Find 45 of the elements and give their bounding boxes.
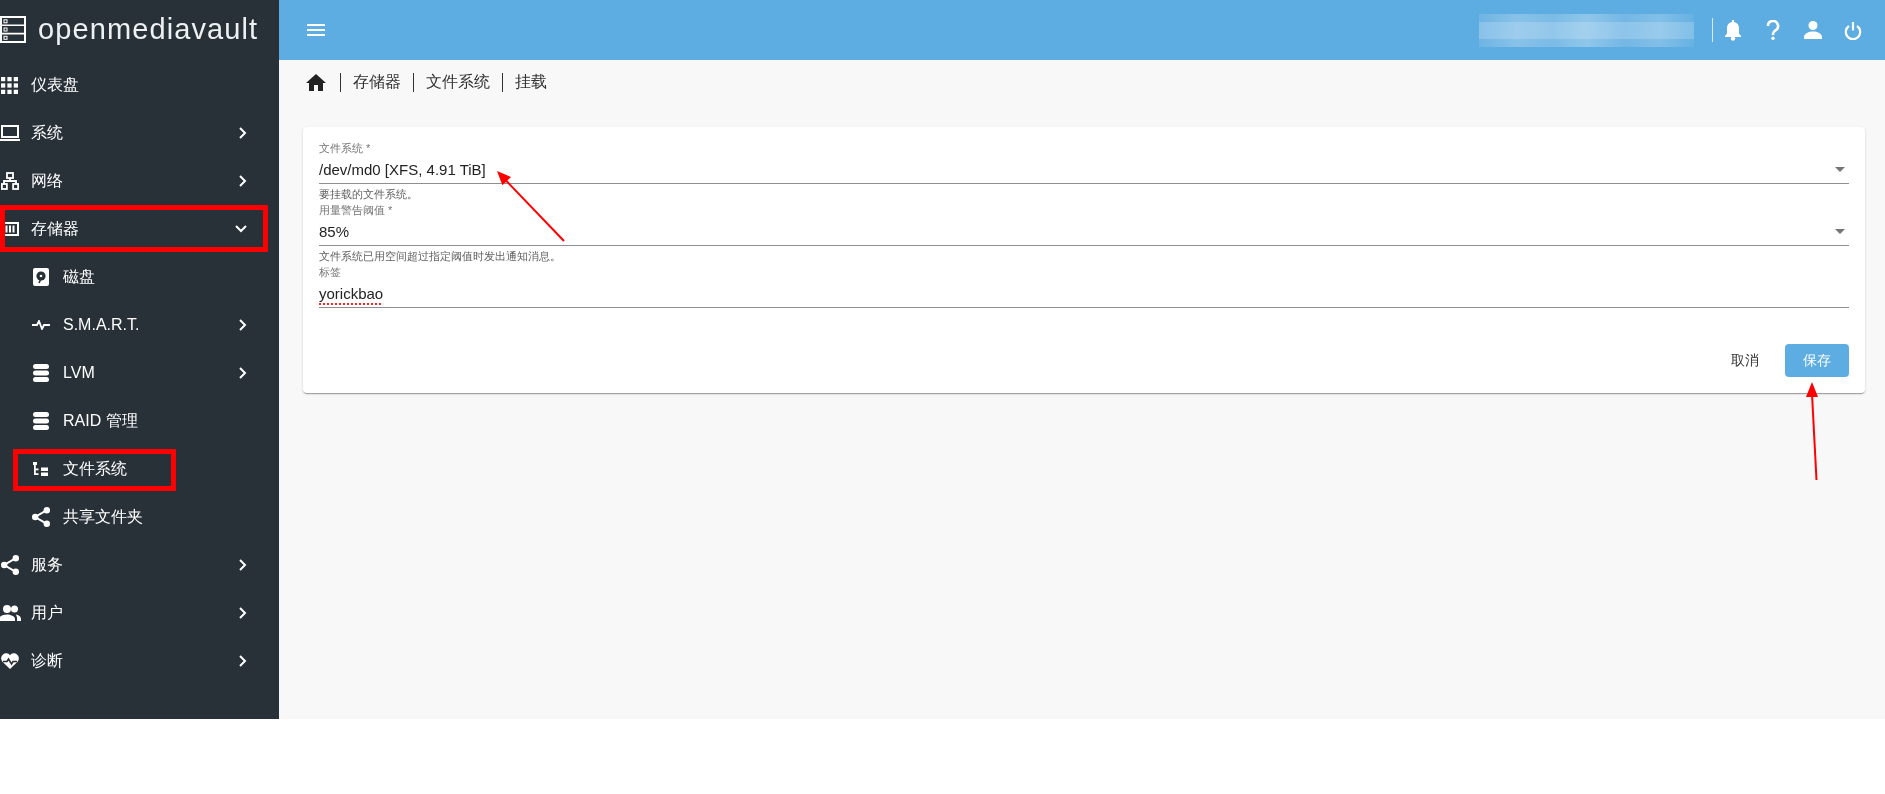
field-label: 文件系统 * bbox=[319, 141, 372, 156]
breadcrumb-item: 挂载 bbox=[515, 71, 547, 92]
dropdown-arrow-icon bbox=[1835, 229, 1845, 234]
bell-icon[interactable] bbox=[1724, 19, 1742, 41]
share-icon bbox=[32, 507, 50, 527]
menu-icon[interactable] bbox=[307, 24, 325, 36]
breadcrumb-item[interactable]: 存储器 bbox=[353, 71, 401, 93]
sidebar-item[interactable]: 磁盘 bbox=[0, 253, 279, 301]
users-icon bbox=[0, 605, 21, 621]
field-label: 标签 bbox=[319, 265, 342, 280]
home-icon[interactable] bbox=[306, 73, 326, 91]
sidebar-item[interactable]: 存储器 bbox=[0, 205, 279, 253]
database-icon bbox=[33, 364, 49, 382]
field-hint: 要挂载的文件系统。 bbox=[319, 187, 419, 202]
logo-text: openmediavault bbox=[38, 12, 259, 46]
sidebar-item[interactable]: 系统 bbox=[0, 109, 279, 157]
grid-icon bbox=[1, 76, 18, 94]
power-icon[interactable] bbox=[1844, 20, 1862, 40]
field-hint: 文件系统已用空间超过指定阈值时发出通知消息。 bbox=[319, 249, 562, 264]
help-icon[interactable] bbox=[1766, 20, 1780, 40]
breadcrumb-item[interactable]: 文件系统 bbox=[426, 71, 490, 93]
text-field[interactable]: yorickbao bbox=[319, 280, 1849, 308]
field-label: 用量警告阈值 * bbox=[319, 203, 394, 218]
sidebar-item[interactable]: RAID 管理 bbox=[0, 397, 279, 445]
cancel-button[interactable]: 取消 bbox=[1713, 344, 1777, 377]
sidebar-item[interactable]: 用户 bbox=[0, 589, 279, 637]
database-icon bbox=[33, 412, 49, 430]
sidebar-item[interactable]: S.M.A.R.T. bbox=[0, 301, 279, 349]
person-icon[interactable] bbox=[1804, 21, 1822, 39]
sidebar-item[interactable]: 服务 bbox=[0, 541, 279, 589]
logo-icon bbox=[0, 16, 26, 43]
file-tree-icon bbox=[33, 462, 49, 476]
sidebar-item[interactable]: 网络 bbox=[0, 157, 279, 205]
sidebar-item[interactable]: LVM bbox=[0, 349, 279, 397]
sidebar-item[interactable]: 诊断 bbox=[0, 637, 279, 685]
sidebar-item[interactable]: 共享文件夹 bbox=[0, 493, 279, 541]
laptop-icon bbox=[0, 125, 20, 141]
select-field[interactable]: /dev/md0 [XFS, 4.91 TiB] bbox=[319, 156, 1849, 184]
sidebar-item[interactable]: 仪表盘 bbox=[0, 61, 279, 109]
share-icon bbox=[0, 555, 19, 575]
sidebar-item[interactable]: 文件系统 bbox=[0, 445, 279, 493]
dropdown-arrow-icon bbox=[1835, 167, 1845, 172]
pulse-icon bbox=[32, 320, 50, 330]
select-field[interactable]: 85% bbox=[319, 218, 1849, 246]
network-icon bbox=[0, 172, 19, 190]
